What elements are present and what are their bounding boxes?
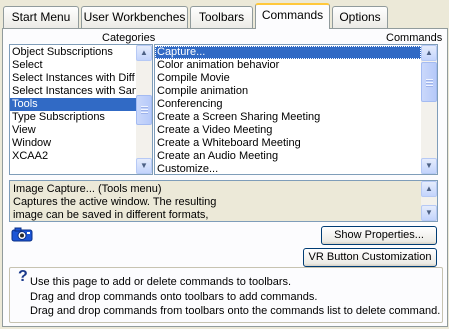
category-item[interactable]: Select Instances with Diff bbox=[10, 72, 136, 85]
scroll-down-icon[interactable]: ▼ bbox=[421, 158, 437, 174]
help-icon: ? bbox=[18, 268, 28, 285]
category-item[interactable]: View bbox=[10, 124, 136, 137]
scroll-up-icon[interactable]: ▲ bbox=[421, 181, 437, 197]
category-item[interactable]: Select bbox=[10, 59, 136, 72]
category-item[interactable]: Object Subscriptions bbox=[10, 46, 136, 59]
commands-header: Commands bbox=[386, 32, 443, 44]
scroll-down-icon[interactable]: ▼ bbox=[136, 158, 152, 174]
command-item[interactable]: Customize... bbox=[155, 163, 421, 174]
tab-start-menu[interactable]: Start Menu bbox=[3, 6, 79, 28]
command-description[interactable]: Image Capture... (Tools menu) Captures t… bbox=[9, 180, 438, 222]
description-line: Captures the active window. The resultin… bbox=[13, 196, 217, 208]
categories-header: Categories bbox=[102, 32, 156, 44]
command-item-selected[interactable]: Capture... bbox=[155, 46, 421, 59]
category-item-selected[interactable]: Tools bbox=[10, 98, 136, 111]
command-item[interactable]: Create an Audio Meeting bbox=[155, 150, 421, 163]
show-properties-button[interactable]: Show Properties... bbox=[321, 226, 437, 245]
scroll-up-icon[interactable]: ▲ bbox=[136, 45, 152, 61]
command-item[interactable]: Create a Screen Sharing Meeting bbox=[155, 111, 421, 124]
scroll-thumb[interactable] bbox=[136, 95, 152, 125]
hint-line: Drag and drop commands from toolbars ont… bbox=[30, 305, 441, 317]
tab-bar: Start Menu User Workbenches Toolbars Com… bbox=[0, 0, 449, 29]
camera-icon bbox=[11, 226, 33, 242]
description-scrollbar[interactable]: ▲ ▼ bbox=[421, 181, 437, 221]
categories-scrollbar[interactable]: ▲ ▼ bbox=[136, 45, 152, 174]
category-item[interactable]: Window bbox=[10, 137, 136, 150]
description-line: Image Capture... (Tools menu) bbox=[13, 183, 162, 195]
tab-toolbars[interactable]: Toolbars bbox=[190, 6, 253, 28]
scroll-up-icon[interactable]: ▲ bbox=[421, 45, 437, 61]
command-item[interactable]: Color animation behavior bbox=[155, 59, 421, 72]
command-item[interactable]: Create a Video Meeting bbox=[155, 124, 421, 137]
category-item[interactable]: XCAA2 bbox=[10, 150, 136, 163]
commands-list[interactable]: Capture... Color animation behavior Comp… bbox=[154, 44, 438, 175]
categories-list[interactable]: Object Subscriptions Select Select Insta… bbox=[9, 44, 153, 175]
category-item[interactable]: Select Instances with San bbox=[10, 85, 136, 98]
tab-commands[interactable]: Commands bbox=[255, 3, 330, 29]
category-item[interactable]: Type Subscriptions bbox=[10, 111, 136, 124]
command-item[interactable]: Compile animation bbox=[155, 85, 421, 98]
scroll-down-icon[interactable]: ▼ bbox=[421, 205, 437, 221]
description-line: image can be saved in different formats, bbox=[13, 209, 209, 221]
tab-user-workbenches[interactable]: User Workbenches bbox=[81, 6, 188, 28]
hint-line: Use this page to add or delete commands … bbox=[30, 276, 292, 288]
command-item[interactable]: Compile Movie bbox=[155, 72, 421, 85]
commands-scrollbar[interactable]: ▲ ▼ bbox=[421, 45, 437, 174]
command-item[interactable]: Conferencing bbox=[155, 98, 421, 111]
scroll-thumb[interactable] bbox=[421, 62, 437, 102]
tab-options[interactable]: Options bbox=[332, 6, 388, 28]
command-item[interactable]: Create a Whiteboard Meeting bbox=[155, 137, 421, 150]
hint-line: Drag and drop commands onto toolbars to … bbox=[30, 291, 318, 303]
vr-button-customization-button[interactable]: VR Button Customization bbox=[303, 248, 437, 267]
